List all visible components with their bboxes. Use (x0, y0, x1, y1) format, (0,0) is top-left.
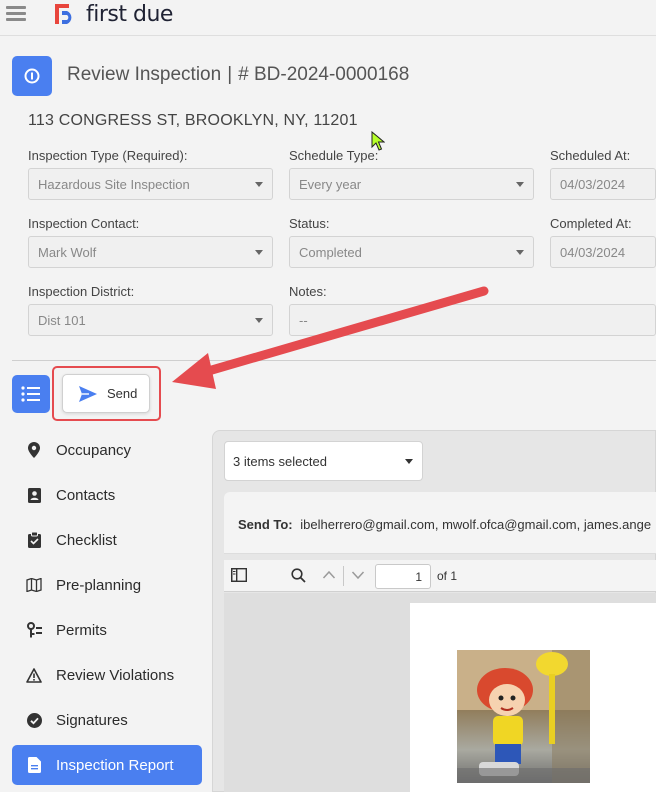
send-button-label: Send (107, 386, 138, 401)
page-title-text: Review Inspection (67, 64, 222, 85)
sidebar-item-label: Contacts (56, 486, 116, 504)
inspection-contact-label: Inspection Contact: (28, 216, 140, 231)
send-to-value: ibelherrero@gmail.com, mwolf.ofca@gmail.… (300, 517, 652, 532)
report-items-select[interactable]: 3 items selected (224, 441, 423, 481)
inspection-type-value: Hazardous Site Inspection (38, 177, 190, 192)
list-icon (21, 386, 40, 402)
chevron-down-icon (516, 250, 524, 255)
scheduled-at-value: 04/03/2024 (560, 177, 626, 192)
sidebar-item-inspection-report[interactable]: Inspection Report (12, 745, 202, 785)
sidebar-item-review-violations[interactable]: Review Violations (12, 655, 202, 695)
sidebar-item-label: Permits (56, 621, 107, 639)
sidebar-item-label: Signatures (56, 711, 128, 729)
key-list-icon (26, 622, 42, 638)
sidebar-item-label: Occupancy (56, 441, 132, 459)
schedule-type-value: Every year (299, 177, 362, 192)
send-to-bar: Send To: ibelherrero@gmail.com, mwolf.of… (224, 492, 656, 554)
chevron-down-icon[interactable] (351, 568, 365, 582)
sidebar-item-signatures[interactable]: Signatures (12, 700, 202, 740)
chevron-down-icon (516, 182, 524, 187)
send-to-label: Send To: (238, 517, 293, 532)
sidebar-item-label: Pre-planning (56, 576, 142, 594)
address: 113 CONGRESS ST, BROOKLYN, NY, 11201 (28, 112, 358, 129)
warning-icon (26, 667, 42, 683)
record-id: # BD-2024-0000168 (238, 64, 410, 85)
chevron-down-icon (255, 250, 263, 255)
status-select[interactable]: Completed (289, 236, 534, 268)
app-logo-text[interactable]: first due (86, 2, 173, 27)
sections-menu-button[interactable] (12, 375, 50, 413)
schedule-type-select[interactable]: Every year (289, 168, 534, 200)
mouse-cursor-icon (371, 131, 385, 151)
inspection-district-value: Dist 101 (38, 313, 86, 328)
info-icon (24, 68, 40, 84)
logo-icon (55, 4, 72, 24)
send-button[interactable]: Send (62, 374, 150, 413)
schedule-type-label: Schedule Type: (289, 148, 379, 163)
inspection-contact-select[interactable]: Mark Wolf (28, 236, 273, 268)
map-icon (26, 577, 42, 593)
sidebar-item-occupancy[interactable]: Occupancy (12, 430, 202, 470)
completed-at-field[interactable]: 04/03/2024 (550, 236, 656, 268)
section-divider (12, 360, 656, 361)
chevron-down-icon (255, 318, 263, 323)
scheduled-at-label: Scheduled At: (550, 148, 631, 163)
page-total: of 1 (437, 569, 458, 583)
toolbar-separator (343, 566, 344, 586)
info-button[interactable] (12, 56, 52, 96)
menu-icon[interactable] (6, 6, 26, 22)
chevron-up-icon[interactable] (322, 568, 336, 582)
chevron-down-icon (405, 459, 413, 464)
sidebar-item-pre-planning[interactable]: Pre-planning (12, 565, 202, 605)
contact-card-icon (26, 487, 42, 503)
page-number-input[interactable]: 1 (375, 564, 431, 589)
page-title: Review Inspection | # BD-2024-0000168 (67, 64, 409, 86)
inspection-type-label: Inspection Type (Required): (28, 148, 188, 163)
check-circle-icon (26, 712, 42, 728)
chevron-down-icon (255, 182, 263, 187)
sidebar-toggle-icon[interactable] (231, 568, 247, 582)
title-separator: | (227, 64, 233, 85)
document-icon (26, 757, 42, 773)
sidebar-item-checklist[interactable]: Checklist (12, 520, 202, 560)
completed-at-label: Completed At: (550, 216, 632, 231)
inspection-district-label: Inspection District: (28, 284, 135, 299)
report-items-value: 3 items selected (233, 454, 327, 469)
clipboard-check-icon (26, 532, 42, 548)
report-photo (457, 650, 590, 783)
inspection-type-select[interactable]: Hazardous Site Inspection (28, 168, 273, 200)
sidebar-item-label: Inspection Report (56, 756, 174, 774)
sidebar-item-label: Checklist (56, 531, 117, 549)
pdf-toolbar: 1 of 1 (224, 560, 656, 592)
search-icon[interactable] (291, 568, 306, 583)
sidebar-item-contacts[interactable]: Contacts (12, 475, 202, 515)
notes-value: -- (299, 313, 308, 328)
status-label: Status: (289, 216, 330, 231)
notes-label: Notes: (289, 284, 327, 299)
notes-field[interactable]: -- (289, 304, 656, 336)
send-icon (79, 385, 97, 402)
location-pin-icon (26, 442, 42, 458)
status-value: Completed (299, 245, 362, 260)
mascot-figure-icon (457, 650, 590, 783)
inspection-contact-value: Mark Wolf (38, 245, 97, 260)
top-bar: first due (0, 0, 656, 36)
scheduled-at-field[interactable]: 04/03/2024 (550, 168, 656, 200)
sidebar-item-label: Review Violations (56, 666, 175, 684)
sidebar-item-permits[interactable]: Permits (12, 610, 202, 650)
completed-at-value: 04/03/2024 (560, 245, 626, 260)
inspection-district-select[interactable]: Dist 101 (28, 304, 273, 336)
